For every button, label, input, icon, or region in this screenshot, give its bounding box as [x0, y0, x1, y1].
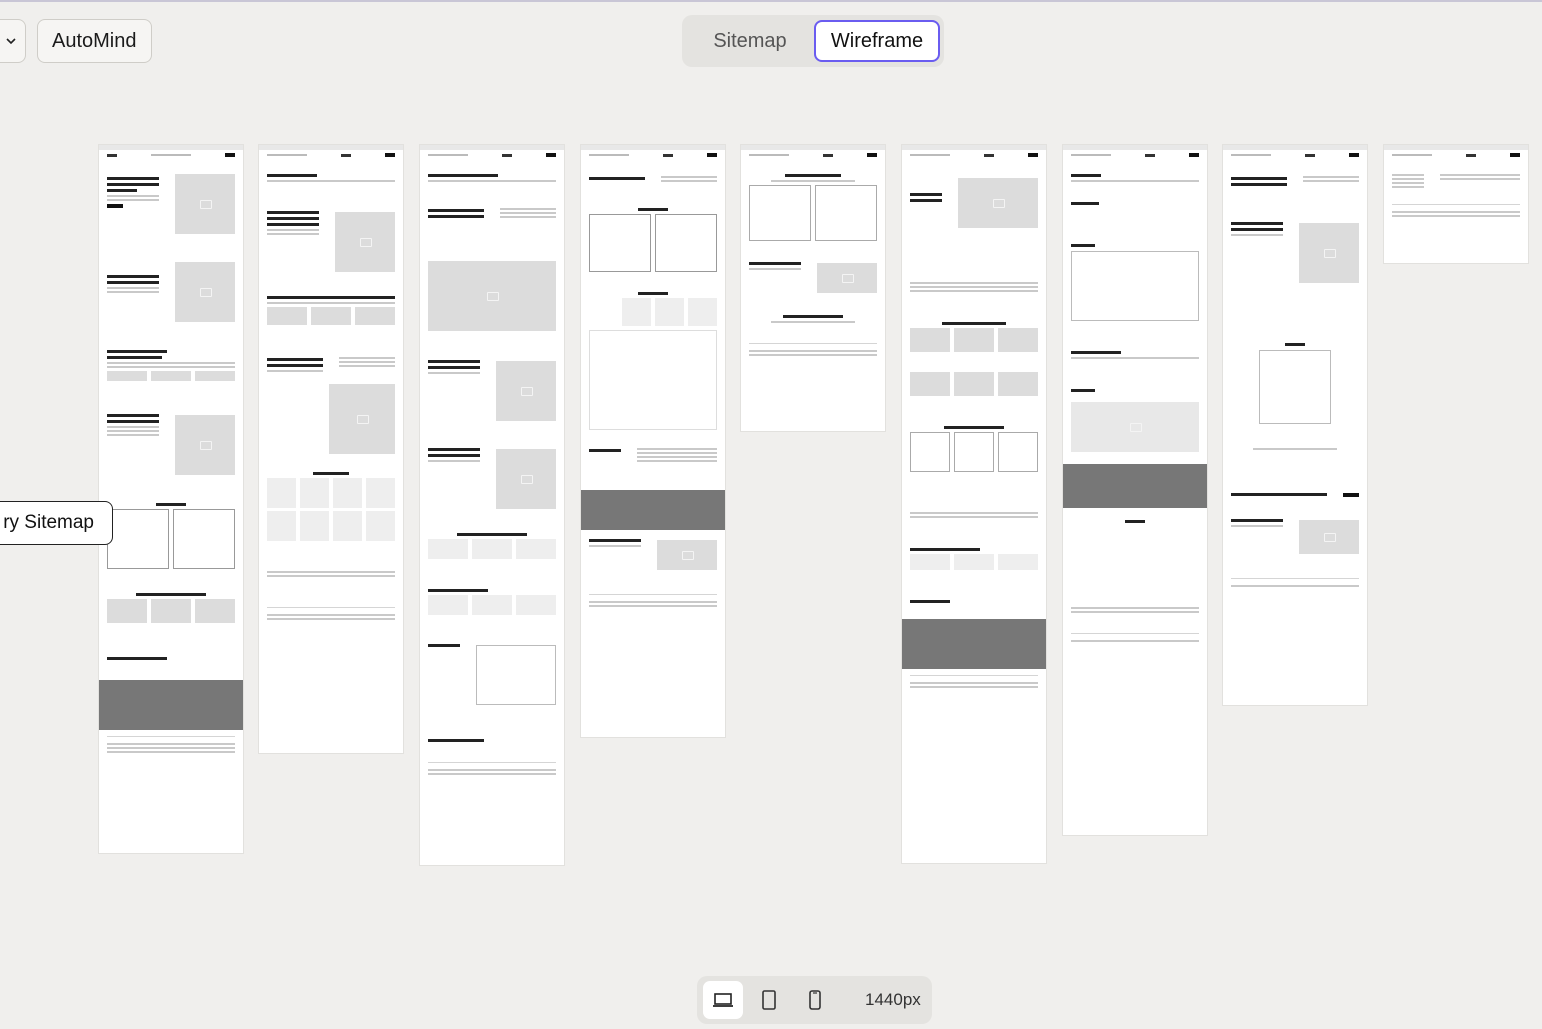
tab-wireframe[interactable]: Wireframe [814, 20, 940, 62]
mobile-icon [809, 990, 821, 1010]
view-toggle: Sitemap Wireframe [682, 15, 944, 67]
wireframe-page-blog-post[interactable] [902, 145, 1046, 863]
desktop-view-button[interactable] [703, 981, 743, 1019]
top-border [0, 0, 1542, 2]
mobile-view-button[interactable] [795, 981, 835, 1019]
wireframe-page-diagnostics[interactable] [1223, 145, 1367, 705]
wireframe-page-sitemap[interactable] [1384, 145, 1528, 263]
device-switcher: 1440px [697, 976, 932, 1024]
chevron-down-button[interactable] [0, 19, 26, 63]
project-name-button[interactable]: AutoMind [37, 19, 152, 63]
wireframe-page-home[interactable] [99, 145, 243, 853]
wireframe-page-pricing[interactable] [581, 145, 725, 737]
tablet-icon [762, 990, 776, 1010]
wireframe-page-blog[interactable] [741, 145, 885, 431]
viewport-width-label: 1440px [865, 990, 921, 1009]
sitemap-label-chip[interactable]: ry Sitemap [0, 501, 113, 545]
tab-sitemap[interactable]: Sitemap [686, 20, 814, 62]
tablet-view-button[interactable] [749, 981, 789, 1019]
wireframe-page-features[interactable] [420, 145, 564, 865]
desktop-icon [713, 993, 733, 1007]
wireframe-page-contact[interactable] [1063, 145, 1207, 835]
chevron-down-icon [6, 38, 16, 45]
wireframe-page-about[interactable] [259, 145, 403, 753]
